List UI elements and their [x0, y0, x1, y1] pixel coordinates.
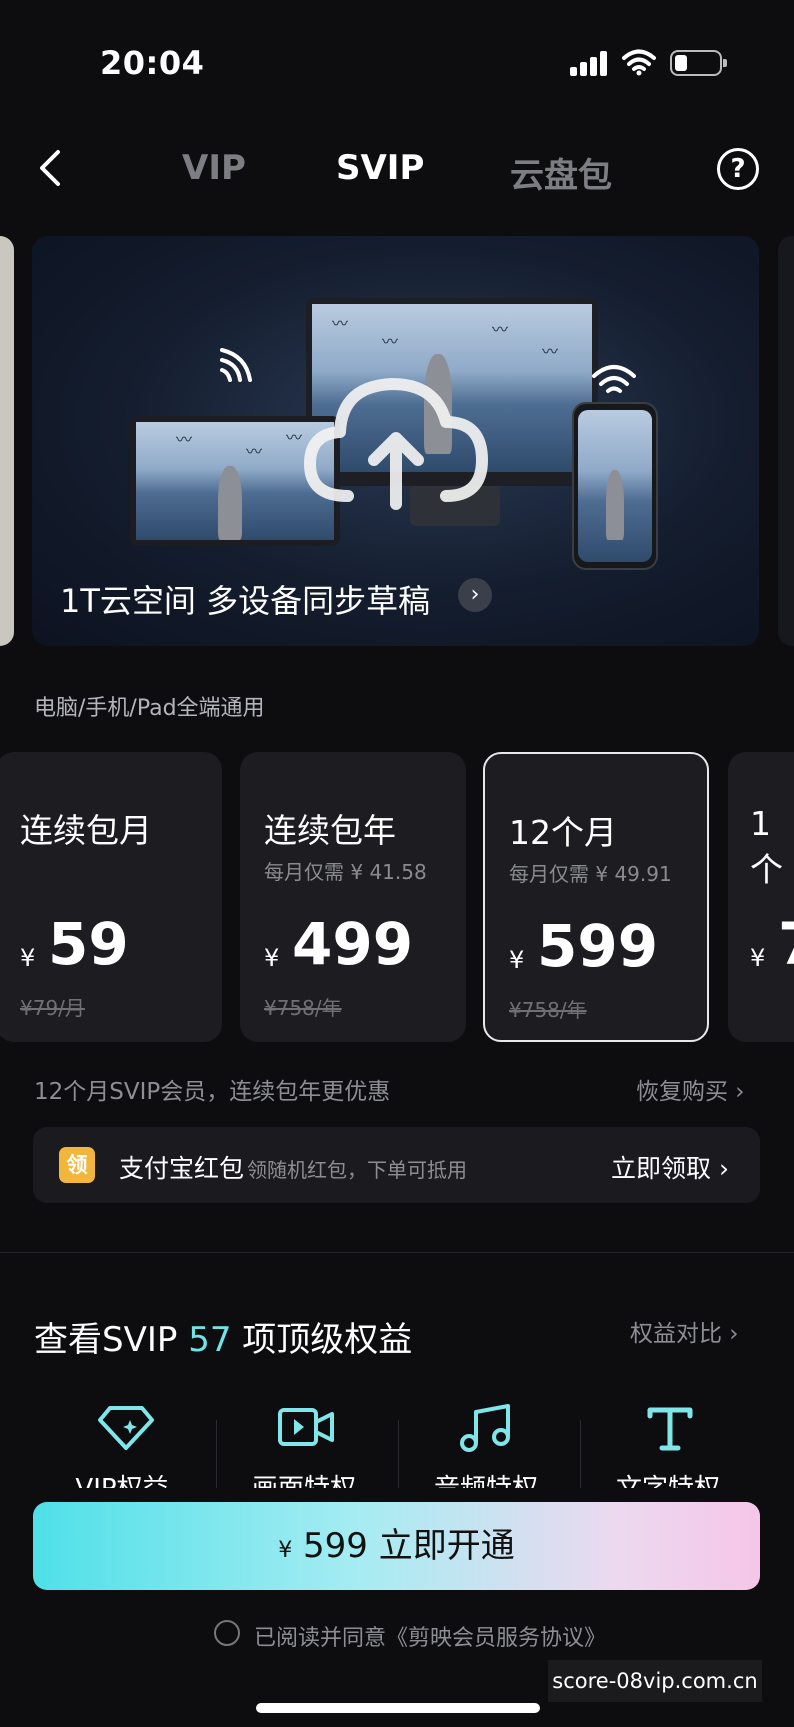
diamond-icon[interactable] — [96, 1402, 156, 1454]
alipay-red-packet-banner[interactable]: 领 支付宝红包 领随机红包，下单可抵用 立即领取 › — [33, 1127, 760, 1203]
plan-original-price: ¥758/年 — [509, 998, 587, 1022]
banner-chevron-icon[interactable]: › — [458, 578, 492, 612]
cta-currency: ¥ — [278, 1538, 293, 1563]
plan-currency: ¥ — [509, 946, 525, 974]
wireless-signal-icon — [220, 348, 252, 382]
battery-icon — [670, 50, 727, 76]
text-icon[interactable] — [640, 1402, 700, 1454]
plan-price: 499 — [292, 910, 414, 978]
home-indicator[interactable] — [256, 1703, 540, 1713]
plan-subtitle: 每月仅需 ¥ 41.58 — [264, 860, 427, 884]
plan-subtitle: 每月仅需 ¥ 49.91 — [509, 862, 672, 886]
plan-currency: ¥ — [750, 944, 766, 972]
plan-currency: ¥ — [20, 944, 36, 972]
plan-original-price: ¥79/月 — [20, 996, 85, 1020]
device-note: 电脑/手机/Pad全端通用 — [34, 696, 265, 721]
agreement-text[interactable]: 已阅读并同意《剪映会员服务协议》 — [254, 1620, 606, 1652]
section-divider — [0, 1252, 794, 1253]
watermark: score-08vip.com.cn — [548, 1660, 762, 1702]
benefits-heading-prefix: 查看SVIP — [34, 1320, 189, 1360]
tab-svip[interactable]: SVIP — [336, 148, 424, 188]
plan-title: 1个 — [750, 804, 783, 889]
plan-price: 7 — [778, 910, 794, 978]
prev-banner-peek[interactable] — [0, 236, 14, 646]
video-icon[interactable] — [276, 1402, 336, 1454]
benefits-compare-link[interactable]: 权益对比 › — [630, 1314, 739, 1348]
alipay-title: 支付宝红包 — [119, 1154, 245, 1183]
subscribe-now-button[interactable]: ¥ 599 立即开通 — [33, 1502, 760, 1590]
plan-card-partial[interactable]: 1个 ¥ 7 — [728, 752, 794, 1042]
plan-price: 599 — [537, 912, 659, 980]
plan-price: 59 — [48, 910, 129, 978]
plan-promo-text: 12个月SVIP会员，连续包年更优惠 — [34, 1079, 391, 1105]
alipay-description: 领随机红包，下单可抵用 — [247, 1158, 467, 1182]
restore-purchase-link[interactable]: 恢复购买 › — [636, 1072, 745, 1106]
signal-icon — [570, 50, 610, 76]
plan-currency: ¥ — [264, 944, 280, 972]
music-icon[interactable] — [456, 1402, 516, 1454]
agreement-checkbox[interactable] — [214, 1620, 240, 1646]
plan-original-price: ¥758/年 — [264, 996, 342, 1020]
cloud-upload-icon — [304, 378, 488, 510]
cta-label: 599 立即开通 — [303, 1526, 515, 1566]
help-icon[interactable]: ? — [717, 148, 759, 190]
next-banner-peek[interactable] — [778, 236, 794, 646]
plan-title: 12个月 — [509, 813, 617, 852]
plan-title: 连续包月 — [20, 811, 152, 850]
plan-card-yearly-auto[interactable]: 连续包年 每月仅需 ¥ 41.58 ¥ 499 ¥758/年 — [240, 752, 466, 1042]
back-chevron-icon[interactable] — [36, 148, 64, 188]
claim-badge-icon: 领 — [59, 1147, 95, 1183]
phone-illustration — [572, 402, 658, 570]
wifi-icon — [622, 49, 656, 76]
benefits-heading: 查看SVIP 57 项顶级权益 — [34, 1312, 412, 1361]
plan-card-monthly[interactable]: 连续包月 ¥ 59 ¥79/月 — [0, 752, 222, 1042]
subscribe-button-label: ¥ 599 立即开通 — [33, 1502, 760, 1590]
wifi-signal-icon — [592, 365, 636, 393]
tab-vip[interactable]: VIP — [182, 148, 246, 188]
plan-card-12-months[interactable]: 12个月 每月仅需 ¥ 49.91 ¥ 599 ¥758/年 — [483, 752, 709, 1042]
banner-caption: 1T云空间 多设备同步草稿 — [60, 582, 431, 620]
benefits-count: 57 — [188, 1320, 232, 1360]
status-time: 20:04 — [100, 44, 205, 82]
benefits-heading-suffix: 项顶级权益 — [231, 1320, 413, 1360]
plan-title: 连续包年 — [264, 811, 396, 850]
tab-cloud-package[interactable]: 云盘包 — [510, 148, 612, 197]
claim-now-button[interactable]: 立即领取 › — [611, 1149, 729, 1185]
